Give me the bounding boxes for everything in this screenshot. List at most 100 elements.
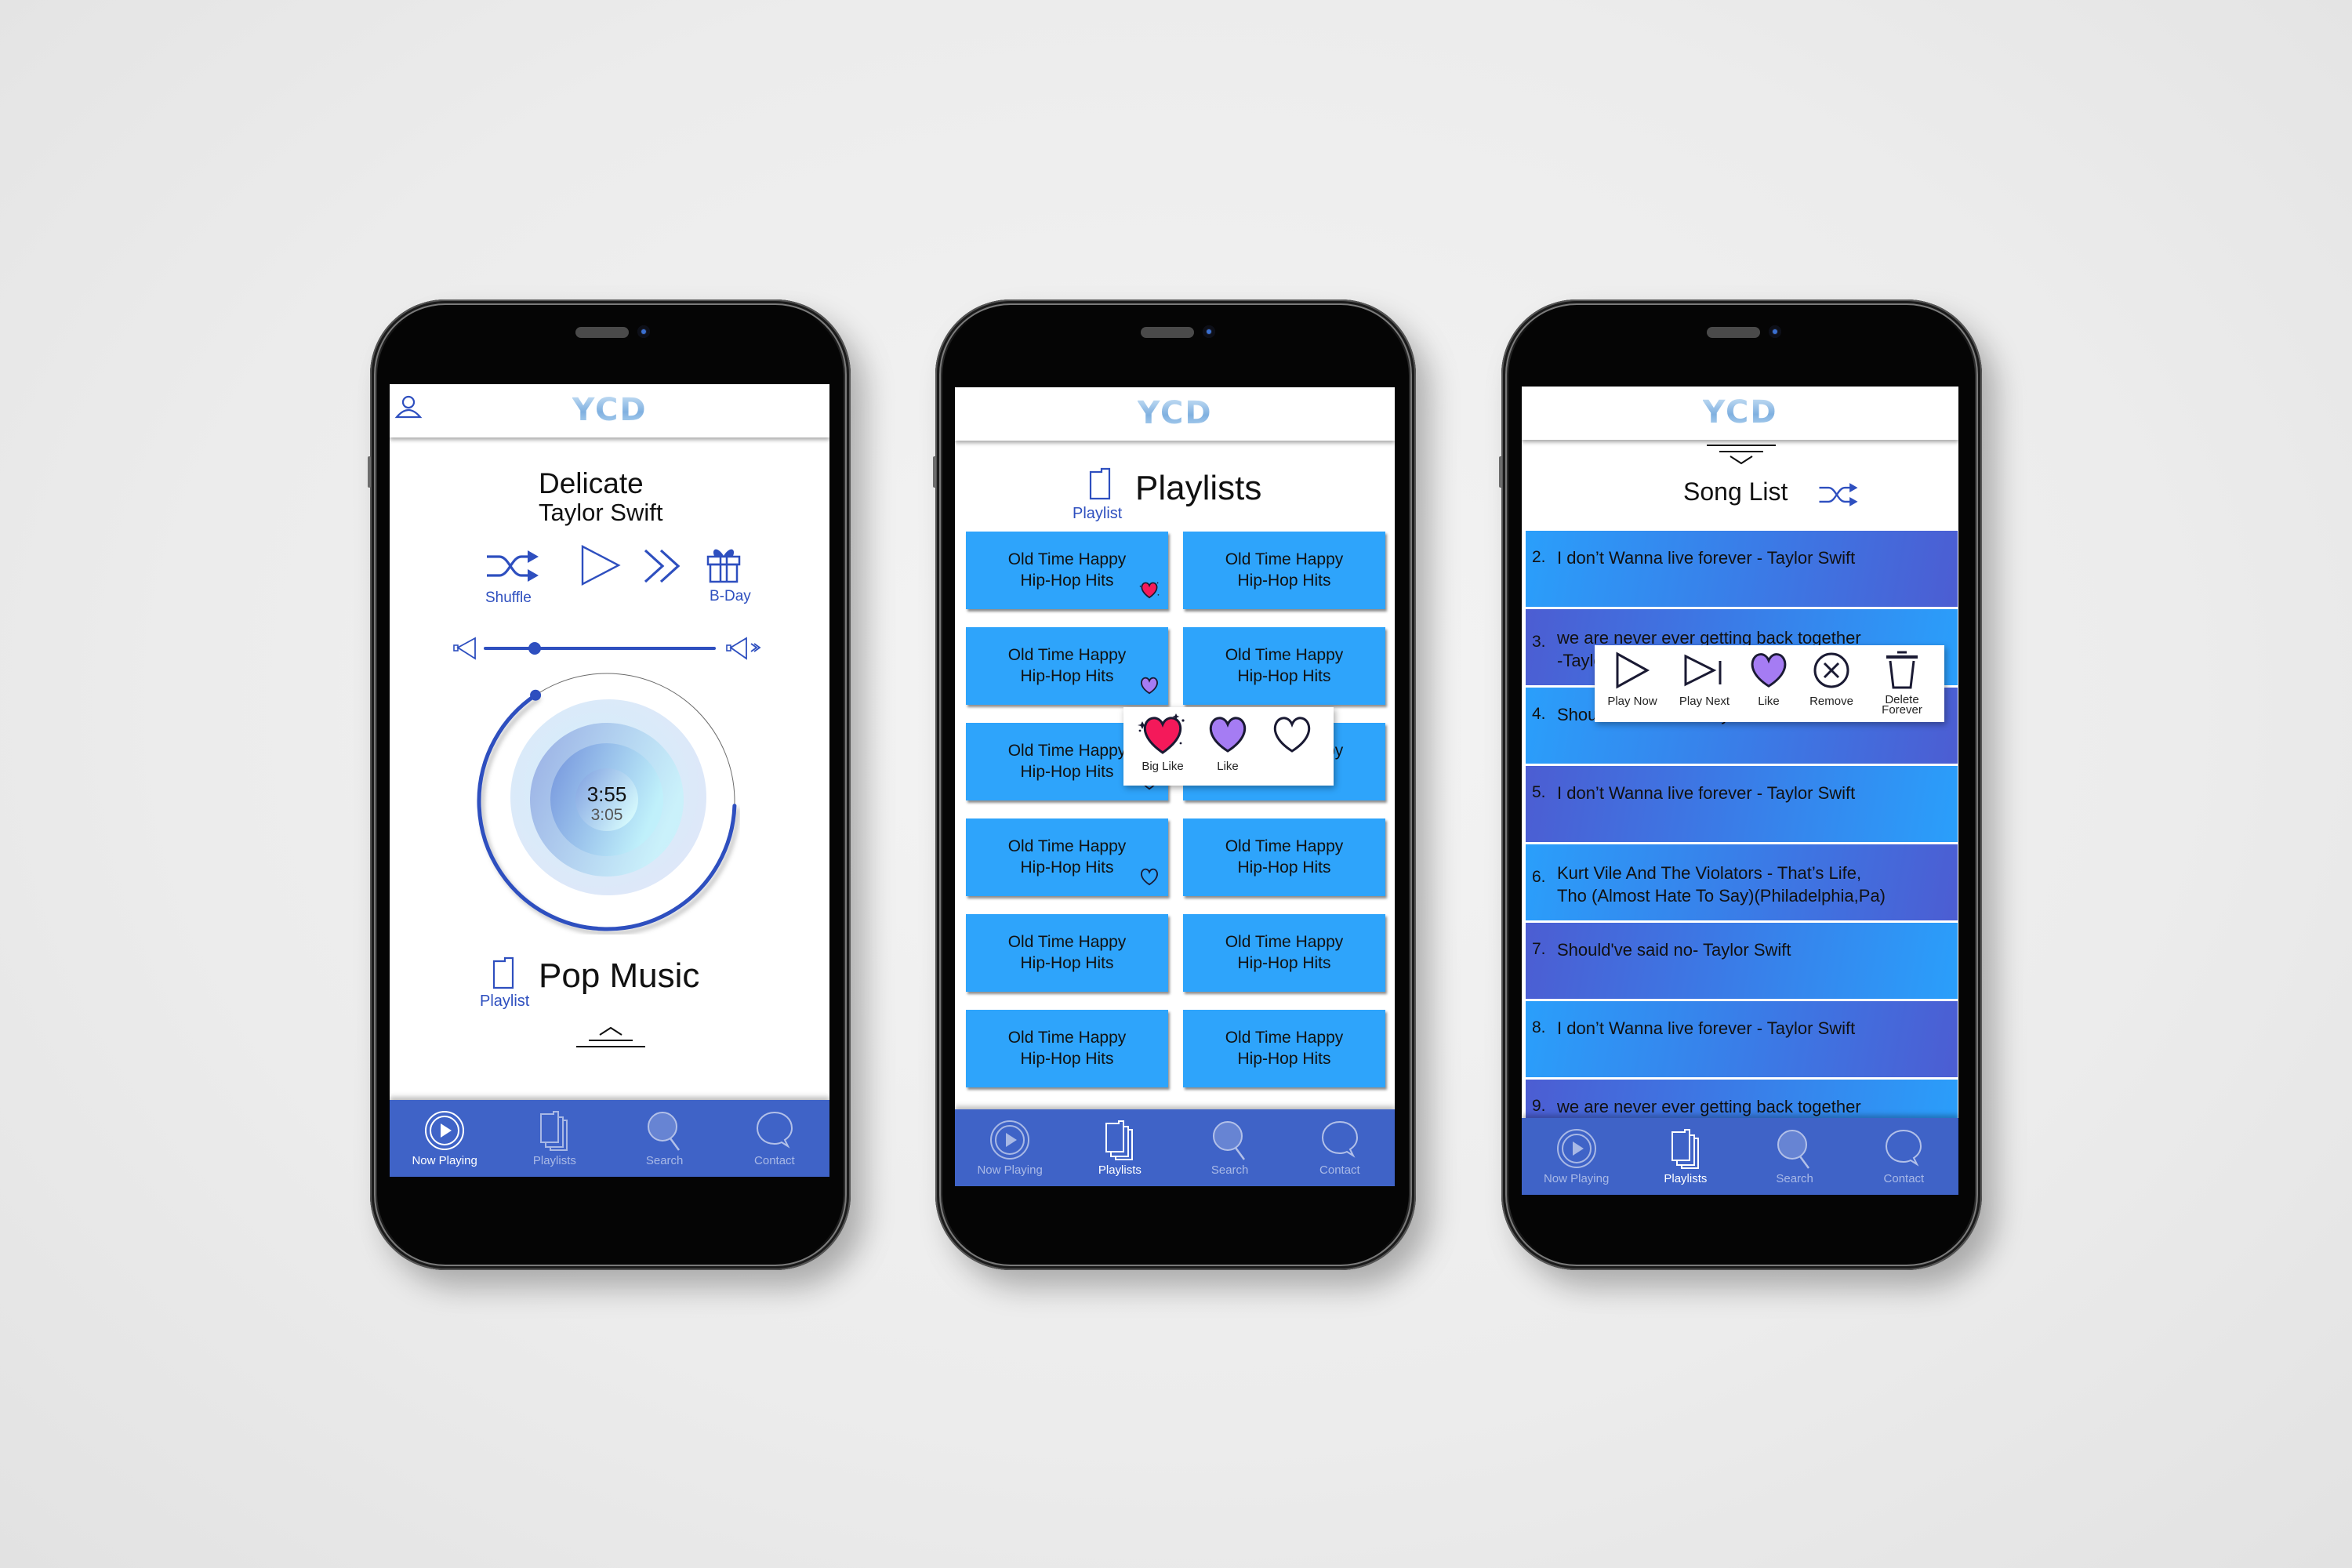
big-like-heart-icon bbox=[1138, 713, 1185, 754]
play-circle-icon bbox=[425, 1111, 465, 1150]
playlist-tile[interactable]: Old Time Happy Hip-Hop Hits bbox=[1183, 914, 1385, 992]
shuffle-icon[interactable] bbox=[485, 547, 540, 585]
progress-ring-handle bbox=[530, 689, 542, 701]
app-header: YCD bbox=[1522, 387, 1958, 440]
nav-label: Search bbox=[645, 1154, 684, 1167]
phone-now-playing: YCD Delicate Taylor Swift Shuffle B-Day bbox=[368, 299, 851, 1270]
nav-playlists[interactable]: Playlists bbox=[1631, 1118, 1740, 1195]
nav-now-playing[interactable]: Now Playing bbox=[1522, 1118, 1631, 1195]
collapse-down-icon[interactable] bbox=[1705, 443, 1777, 466]
delete-forever-option[interactable]: Delete Forever bbox=[1871, 648, 1933, 716]
unlike-option[interactable] bbox=[1266, 712, 1318, 760]
screen-now-playing: YCD Delicate Taylor Swift Shuffle B-Day bbox=[390, 384, 829, 1177]
nav-label: Search bbox=[1776, 1172, 1813, 1185]
playlist-tile[interactable]: Old Time Happy Hip-Hop Hits bbox=[966, 532, 1168, 609]
phone-speaker bbox=[1706, 327, 1760, 338]
like-label: Like bbox=[1217, 760, 1239, 773]
nav-search[interactable]: Search bbox=[610, 1100, 720, 1177]
play-icon[interactable] bbox=[579, 544, 622, 586]
song-row[interactable]: 2. I don’t Wanna live forever - Taylor Sw… bbox=[1526, 531, 1958, 607]
bday-label: B-Day bbox=[710, 588, 751, 604]
playlist-tile-name: Old Time Happy Hip-Hop Hits bbox=[1007, 1029, 1127, 1068]
phone-camera bbox=[1768, 325, 1781, 338]
volume-low-icon bbox=[453, 637, 476, 660]
expand-up-icon[interactable] bbox=[575, 1025, 647, 1049]
shuffle-label: Shuffle bbox=[485, 590, 532, 606]
playlist-tile[interactable]: Old Time Happy Hip-Hop Hits bbox=[1183, 818, 1385, 896]
nav-playlists[interactable]: Playlists bbox=[499, 1100, 609, 1177]
play-next-option[interactable]: Play Next bbox=[1671, 650, 1737, 708]
phone-speaker bbox=[575, 327, 629, 338]
phone-side-button bbox=[1499, 456, 1502, 488]
like-popup: Big Like Like bbox=[1123, 707, 1334, 786]
song-number: 7. bbox=[1532, 940, 1546, 958]
big-like-label: Big Like bbox=[1142, 760, 1184, 773]
remove-option[interactable]: Remove bbox=[1800, 650, 1863, 708]
app-header: YCD bbox=[390, 384, 829, 437]
like-heart-icon bbox=[1209, 717, 1247, 753]
user-profile-icon[interactable] bbox=[394, 394, 423, 422]
song-row[interactable]: 6. Kurt Vile And The Violators - That’s L… bbox=[1526, 844, 1958, 920]
skip-next-icon bbox=[1684, 654, 1722, 687]
volume-slider-handle[interactable] bbox=[528, 642, 542, 655]
playlist-tile[interactable]: Old Time Happy Hip-Hop Hits bbox=[1183, 532, 1385, 609]
stacked-pages-icon bbox=[540, 1111, 568, 1151]
song-number: 3. bbox=[1532, 633, 1546, 651]
song-row[interactable]: 5. I don’t Wanna live forever - Taylor Sw… bbox=[1526, 766, 1958, 842]
playlist-label: Playlist bbox=[480, 993, 530, 1010]
like-heart-icon bbox=[1751, 653, 1787, 688]
stacked-pages-icon bbox=[1671, 1129, 1699, 1169]
screen-song-list: YCD Song List 2. I don’t Wanna live forev… bbox=[1522, 387, 1958, 1195]
playlist-tile[interactable]: Old Time Happy Hip-Hop Hits bbox=[966, 818, 1168, 896]
song-title-artist: Kurt Vile And The Violators - That’s Lif… bbox=[1557, 863, 1886, 906]
like-option[interactable]: Like bbox=[1744, 648, 1794, 708]
playlist-tile[interactable]: Old Time Happy Hip-Hop Hits bbox=[966, 627, 1168, 705]
playlist-tile[interactable]: Old Time Happy Hip-Hop Hits bbox=[966, 914, 1168, 992]
remove-circle-x-icon bbox=[1813, 652, 1849, 688]
playback-progress-ring[interactable]: 3:55 3:05 bbox=[474, 668, 740, 935]
like-option[interactable]: Like bbox=[1202, 712, 1254, 773]
nav-label: Search bbox=[1210, 1163, 1249, 1177]
current-playlist-name[interactable]: Pop Music bbox=[539, 956, 699, 996]
phone-playlists: YCD Playlists Playlist Old Time Happy Hi… bbox=[933, 299, 1416, 1270]
song-title-artist: I don’t Wanna live forever - Taylor Swif… bbox=[1557, 1018, 1856, 1038]
nav-now-playing[interactable]: Now Playing bbox=[955, 1109, 1065, 1186]
playlist-tile[interactable]: Old Time Happy Hip-Hop Hits bbox=[1183, 1010, 1385, 1087]
nav-search[interactable]: Search bbox=[1740, 1118, 1849, 1195]
nav-playlists[interactable]: Playlists bbox=[1065, 1109, 1174, 1186]
chat-bubble-icon bbox=[1886, 1129, 1922, 1167]
outline-heart-icon bbox=[1273, 717, 1311, 753]
play-next-label: Play Next bbox=[1679, 695, 1730, 708]
playlist-tile-name: Old Time Happy Hip-Hop Hits bbox=[1225, 837, 1344, 877]
chat-bubble-icon bbox=[1321, 1120, 1358, 1158]
playlist-icon bbox=[1089, 467, 1111, 500]
gift-bday-icon[interactable] bbox=[705, 544, 742, 583]
nav-contact[interactable]: Contact bbox=[1285, 1109, 1395, 1186]
remove-label: Remove bbox=[1809, 695, 1853, 708]
search-icon bbox=[647, 1112, 680, 1151]
page-title: Song List bbox=[1683, 477, 1788, 506]
playlist-tile[interactable]: Old Time Happy Hip-Hop Hits bbox=[966, 1010, 1168, 1087]
nav-contact[interactable]: Contact bbox=[1849, 1118, 1958, 1195]
phone-camera bbox=[1202, 325, 1215, 338]
playlist-tile[interactable]: Old Time Happy Hip-Hop Hits bbox=[1183, 627, 1385, 705]
song-title: Delicate bbox=[539, 467, 644, 499]
nav-search[interactable]: Search bbox=[1175, 1109, 1285, 1186]
phone-side-button bbox=[368, 456, 371, 488]
play-now-option[interactable]: Play Now bbox=[1601, 650, 1664, 708]
playlist-label: Playlist bbox=[1073, 505, 1123, 522]
nav-contact[interactable]: Contact bbox=[720, 1100, 829, 1177]
phone-song-list: YCD Song List 2. I don’t Wanna live forev… bbox=[1499, 299, 1982, 1270]
outline-heart-icon[interactable] bbox=[1138, 866, 1160, 887]
nav-now-playing[interactable]: Now Playing bbox=[390, 1100, 499, 1177]
bottom-nav: Now Playing Playlists Search Contact bbox=[390, 1100, 829, 1177]
volume-slider[interactable] bbox=[484, 647, 716, 650]
nav-label: Playlists bbox=[532, 1154, 576, 1167]
fast-forward-icon[interactable] bbox=[642, 547, 684, 585]
nav-label: Playlists bbox=[1664, 1172, 1708, 1185]
song-row[interactable]: 7. Should've said no- Taylor Swift bbox=[1526, 923, 1958, 999]
song-row[interactable]: 8. I don’t Wanna live forever - Taylor Sw… bbox=[1526, 1001, 1958, 1077]
stacked-pages-icon bbox=[1105, 1120, 1134, 1160]
shuffle-icon[interactable] bbox=[1818, 481, 1859, 509]
big-like-option[interactable]: Big Like bbox=[1134, 712, 1191, 773]
